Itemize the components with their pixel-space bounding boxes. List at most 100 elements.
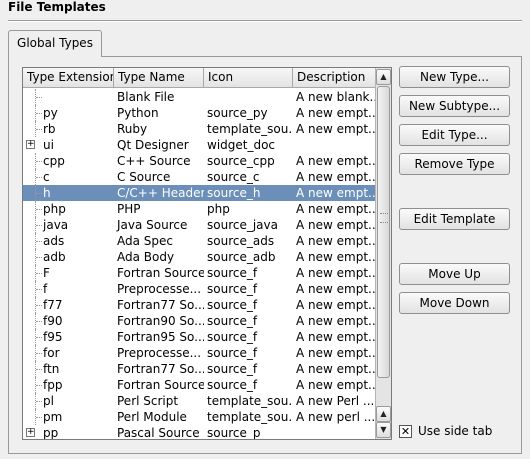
type-name-cell-text: Ruby <box>117 122 148 136</box>
column-header-type-extension[interactable]: Type Extension <box>23 68 114 88</box>
table-row[interactable]: F Fortran Source source_f A new empt... <box>23 265 376 281</box>
table-row[interactable]: for Preprocesse... source_f A new empt... <box>23 345 376 361</box>
column-header-type-name[interactable]: Type Name <box>114 68 204 88</box>
icon-cell-text: source_c <box>207 170 260 184</box>
table-row[interactable]: ads Ada Spec source_ads A new empt... <box>23 233 376 249</box>
table-row[interactable]: f95 Fortran95 So... source_f A new empt... <box>23 329 376 345</box>
table-row[interactable]: + pp Pascal Source source_p <box>23 425 376 440</box>
icon-cell-text: source_f <box>207 330 258 344</box>
type-name-cell: Fortran77 So... <box>114 361 204 377</box>
icon-cell: php <box>204 201 293 217</box>
table-row[interactable]: Blank File A new blank... <box>23 89 376 105</box>
icon-cell: source_f <box>204 377 293 393</box>
description-cell: A new empt... <box>293 377 376 393</box>
type-name-cell-text: Python <box>117 106 159 120</box>
vertical-scrollbar[interactable]: ▲ ▲ ▼ <box>375 68 391 439</box>
tab-global-types[interactable]: Global Types <box>8 30 102 57</box>
new-type-button[interactable]: New Type... <box>399 66 510 88</box>
table-row[interactable]: pm Perl Module template_sou... A new perl .… <box>23 409 376 425</box>
type-extension-cell-text: pp <box>43 426 59 440</box>
new-subtype-button[interactable]: New Subtype... <box>399 95 510 117</box>
expand-plus-icon[interactable]: + <box>26 428 35 437</box>
edit-type-button[interactable]: Edit Type... <box>399 124 510 146</box>
table-row[interactable]: f Preprocesse... source_f A new empt... <box>23 281 376 297</box>
type-extension-cell-text: ads <box>43 234 65 248</box>
description-cell-text: A new empt... <box>296 234 376 248</box>
table-row[interactable]: h C/C++ Header source_h A new empt... <box>23 185 376 201</box>
icon-cell-text: source_f <box>207 266 258 280</box>
type-name-cell: C/C++ Header <box>114 185 204 201</box>
description-cell: A new empt... <box>293 169 376 185</box>
type-name-cell: Fortran95 So... <box>114 329 204 345</box>
table-row[interactable]: f77 Fortran77 So... source_f A new empt... <box>23 297 376 313</box>
type-extension-cell: c <box>23 169 114 185</box>
type-extension-cell: ads <box>23 233 114 249</box>
move-down-button[interactable]: Move Down <box>399 292 510 314</box>
type-name-cell-text: Preprocesse... <box>117 346 202 360</box>
table-row[interactable]: rb Ruby template_sou... A new empt... <box>23 121 376 137</box>
expand-plus-icon[interactable]: + <box>26 140 35 149</box>
column-header-description[interactable]: Description <box>293 68 376 88</box>
type-name-cell-text: Java Source <box>117 218 188 232</box>
description-cell-text: A new empt... <box>296 170 376 184</box>
tree-branch-line <box>35 377 43 393</box>
description-cell-text: A new empt... <box>296 346 376 360</box>
use-side-tab-checkbox[interactable]: ✕ <box>399 424 412 438</box>
table-row[interactable]: php PHP php A new empt... <box>23 201 376 217</box>
type-extension-cell: py <box>23 105 114 121</box>
type-extension-cell-text: f <box>43 282 48 296</box>
table-row[interactable]: c C Source source_c A new empt... <box>23 169 376 185</box>
type-extension-cell: ftn <box>23 361 114 377</box>
type-extension-cell-text: java <box>43 218 69 232</box>
type-name-cell-text: Perl Module <box>117 410 187 424</box>
description-cell: A new empt... <box>293 217 376 233</box>
type-extension-cell: f <box>23 281 114 297</box>
type-extension-cell: f77 <box>23 297 114 313</box>
description-cell-text: A new empt... <box>296 122 376 136</box>
type-name-cell: C++ Source <box>114 153 204 169</box>
type-name-cell: Qt Designer <box>114 137 204 153</box>
tree-branch-line <box>35 329 43 345</box>
type-name-cell-text: C++ Source <box>117 154 191 168</box>
scroll-up-arrow-icon[interactable]: ▲ <box>376 406 391 422</box>
description-cell-text: A new empt... <box>296 218 376 232</box>
type-extension-cell-text: fpp <box>43 378 63 392</box>
tree-branch-line <box>35 233 43 249</box>
type-extension-cell-text: pm <box>43 410 63 424</box>
table-row[interactable]: cpp C++ Source source_cpp A new empt... <box>23 153 376 169</box>
scroll-up-arrow-icon[interactable]: ▲ <box>376 69 391 85</box>
table-row[interactable]: ftn Fortran77 So... source_f A new empt... <box>23 361 376 377</box>
table-row[interactable]: + ui Qt Designer widget_doc <box>23 137 376 153</box>
table-row[interactable]: fpp Fortran Source source_f A new empt... <box>23 377 376 393</box>
description-cell: A new empt... <box>293 313 376 329</box>
icon-cell-text: source_adb <box>207 250 276 264</box>
table-row[interactable]: py Python source_py A new empt... <box>23 105 376 121</box>
scroll-down-arrow-icon[interactable]: ▼ <box>376 422 391 438</box>
type-extension-cell-text: F <box>43 266 50 280</box>
type-name-cell: Java Source <box>114 217 204 233</box>
tree-branch-line <box>35 393 43 409</box>
table-row[interactable]: java Java Source source_java A new empt... <box>23 217 376 233</box>
edit-template-button[interactable]: Edit Template <box>399 208 510 230</box>
table-row[interactable]: f90 Fortran90 So... source_f A new empt... <box>23 313 376 329</box>
icon-cell-text: source_f <box>207 378 258 392</box>
remove-type-button[interactable]: Remove Type <box>399 153 510 175</box>
icon-cell-text: source_ads <box>207 234 275 248</box>
type-name-cell: PHP <box>114 201 204 217</box>
type-name-cell: Python <box>114 105 204 121</box>
icon-cell: source_f <box>204 265 293 281</box>
use-side-tab-option[interactable]: ✕ Use side tab <box>399 423 492 439</box>
table-row[interactable]: pl Perl Script template_sou... A new Perl .… <box>23 393 376 409</box>
move-up-button[interactable]: Move Up <box>399 263 510 285</box>
tree-branch-line <box>35 249 43 265</box>
icon-cell-text: source_cpp <box>207 154 275 168</box>
description-cell: A new empt... <box>293 153 376 169</box>
icon-cell: source_f <box>204 361 293 377</box>
type-extension-cell <box>23 89 114 105</box>
icon-cell-text: source_f <box>207 282 258 296</box>
scrollbar-thumb[interactable] <box>377 86 390 378</box>
icon-cell: source_f <box>204 329 293 345</box>
column-header-icon[interactable]: Icon <box>204 68 293 88</box>
table-row[interactable]: adb Ada Body source_adb A new empt... <box>23 249 376 265</box>
title-divider <box>8 20 522 22</box>
